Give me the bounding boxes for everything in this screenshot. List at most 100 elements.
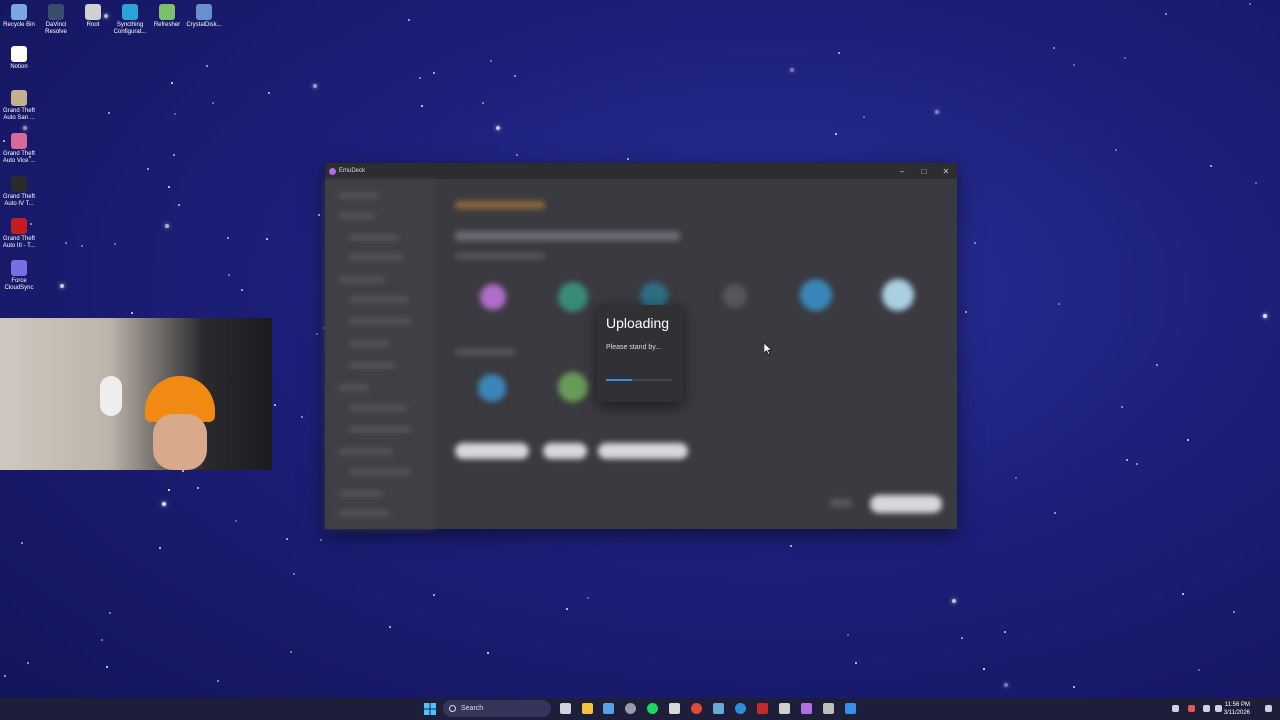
star <box>1073 64 1075 66</box>
gta-iii-icon <box>11 218 27 234</box>
desktop-icon[interactable]: Syncthing Configurat... <box>111 4 149 36</box>
star <box>227 237 229 239</box>
desktop-icon-label: Refresher <box>153 22 181 28</box>
sidebar-item <box>339 385 369 390</box>
heading <box>455 231 680 241</box>
task-view-icon[interactable] <box>560 703 571 714</box>
taskbar: Search 11:56 PM 3/11/2026 <box>0 698 1280 720</box>
star <box>1233 611 1235 613</box>
star <box>197 487 199 489</box>
steam-icon[interactable] <box>713 703 724 714</box>
star <box>835 133 837 135</box>
obs-icon[interactable] <box>757 703 768 714</box>
star <box>21 542 23 544</box>
taskbar-search[interactable]: Search <box>443 700 551 717</box>
desktop-icon[interactable]: Refresher <box>148 4 186 29</box>
star <box>490 60 492 62</box>
emudeck-taskbar-icon[interactable] <box>801 703 812 714</box>
star <box>206 65 208 67</box>
spotify-icon[interactable] <box>647 703 658 714</box>
star <box>1004 631 1006 633</box>
maximize-button[interactable]: □ <box>913 167 935 176</box>
star <box>320 539 322 541</box>
star <box>1121 406 1123 408</box>
star <box>241 289 243 291</box>
sidebar <box>325 179 435 529</box>
desktop-icon[interactable]: Force CloudSync <box>0 260 38 292</box>
star <box>1126 459 1128 461</box>
desktop-icon[interactable]: Recycle Bin <box>0 4 38 29</box>
volume-icon[interactable] <box>1215 705 1222 712</box>
star <box>1156 364 1158 366</box>
sidebar-item <box>339 511 389 516</box>
store-icon[interactable] <box>603 703 614 714</box>
star <box>290 651 292 653</box>
star <box>1255 182 1257 184</box>
desktop-icon[interactable]: DaVinci Resolve <box>37 4 75 36</box>
star <box>286 538 288 540</box>
windows-logo-icon <box>424 703 436 715</box>
network-icon[interactable] <box>1203 705 1210 712</box>
desktop-icon[interactable]: Grand Theft Auto Vice ... <box>0 133 38 165</box>
minimize-button[interactable]: – <box>891 167 913 176</box>
star <box>1263 314 1267 318</box>
emudeck-app-icon <box>329 167 336 175</box>
star <box>935 110 939 114</box>
star <box>1073 686 1075 688</box>
app-icon[interactable] <box>779 703 790 714</box>
star <box>838 52 840 54</box>
star <box>159 547 161 549</box>
davinci-resolve-icon <box>48 4 64 20</box>
star <box>1115 149 1117 151</box>
settings-icon[interactable] <box>625 703 636 714</box>
close-button[interactable]: ✕ <box>935 167 957 176</box>
refresher-icon <box>159 4 175 20</box>
gta-sa-icon <box>11 90 27 106</box>
star <box>1124 57 1126 59</box>
next-button <box>870 495 942 513</box>
clock-time: 11:56 PM <box>1224 702 1250 708</box>
desktop-icon[interactable]: Grand Theft Auto San ... <box>0 90 38 122</box>
star <box>952 599 956 603</box>
star <box>627 158 629 160</box>
desktop-icon[interactable]: CrystalDisk... <box>185 4 223 29</box>
star <box>1136 463 1138 465</box>
progress-fill <box>606 379 633 381</box>
chrome-icon[interactable] <box>691 703 702 714</box>
chevron-up-icon[interactable] <box>1172 705 1179 712</box>
desktop-icon[interactable]: Grand Theft Auto IV T... <box>0 176 38 208</box>
desktop-icon[interactable]: Root <box>74 4 112 29</box>
star <box>419 77 421 79</box>
notification-icon[interactable] <box>1265 705 1272 712</box>
start-button[interactable] <box>424 702 436 715</box>
star <box>318 214 320 216</box>
face <box>153 414 207 470</box>
desktop-icon-label: Grand Theft Auto III - T... <box>2 236 36 249</box>
system-clock[interactable]: 11:56 PM 3/11/2026 <box>1224 701 1250 717</box>
back-button <box>830 499 852 507</box>
star <box>1210 165 1212 167</box>
star <box>496 126 500 130</box>
star <box>266 238 268 240</box>
microphone-icon[interactable] <box>1188 705 1195 712</box>
star <box>1015 477 1017 479</box>
notion-icon <box>11 46 27 62</box>
desktop-icon[interactable]: Notion <box>0 46 38 71</box>
provider-option <box>480 284 506 310</box>
app-icon[interactable] <box>845 703 856 714</box>
star <box>235 520 237 522</box>
desktop-icon-label: Notion <box>10 64 28 70</box>
file-explorer-icon[interactable] <box>582 703 593 714</box>
desktop-icon[interactable]: Grand Theft Auto III - T... <box>0 218 38 250</box>
star <box>790 545 792 547</box>
star <box>1004 683 1008 687</box>
app-icon[interactable] <box>823 703 834 714</box>
star <box>316 333 318 335</box>
terminal-icon[interactable] <box>669 703 680 714</box>
provider-option <box>800 279 832 311</box>
star <box>433 594 435 596</box>
star <box>27 662 29 664</box>
upload-dialog: Uploading Please stand by... <box>597 305 683 402</box>
desktop-icon-label: DaVinci Resolve <box>45 22 67 35</box>
edge-icon[interactable] <box>735 703 746 714</box>
